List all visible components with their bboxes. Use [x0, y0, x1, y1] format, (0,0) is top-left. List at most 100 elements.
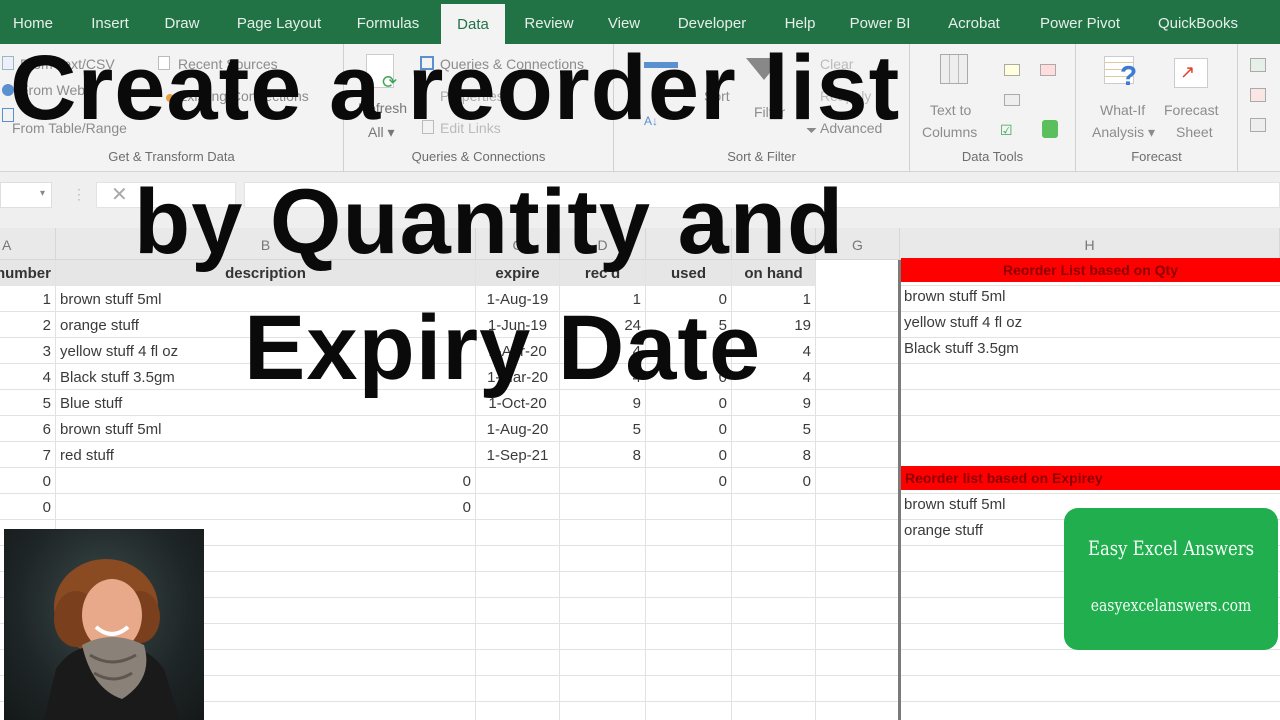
empty-cell[interactable]	[560, 650, 646, 676]
text-to-columns-button-line2[interactable]: Columns	[922, 124, 977, 140]
group-rows-icon[interactable]	[1250, 58, 1266, 72]
cell-expire[interactable]: 1-Sep-21	[476, 442, 560, 468]
cell-g[interactable]	[816, 312, 900, 338]
tab-quickbooks[interactable]: QuickBooks	[1146, 0, 1250, 44]
brand-url[interactable]: easyexcelanswers.com	[1083, 596, 1258, 616]
empty-cell[interactable]	[646, 546, 732, 572]
empty-cell[interactable]	[560, 624, 646, 650]
cell-description[interactable]: 0	[56, 468, 476, 494]
empty-cell[interactable]	[816, 624, 900, 650]
cell-g[interactable]	[816, 338, 900, 364]
empty-cell[interactable]	[646, 598, 732, 624]
empty-cell[interactable]	[646, 702, 732, 720]
cell-on-hand[interactable]	[732, 494, 816, 520]
cell-used[interactable]: 0	[646, 442, 732, 468]
cell-on-hand[interactable]: 8	[732, 442, 816, 468]
empty-cell[interactable]	[646, 624, 732, 650]
cell-description[interactable]: red stuff	[56, 442, 476, 468]
reorder-qty-item[interactable]: yellow stuff 4 fl oz	[901, 310, 1022, 336]
cell-used[interactable]	[646, 494, 732, 520]
consolidate-icon[interactable]	[1040, 64, 1056, 76]
empty-cell[interactable]	[816, 546, 900, 572]
empty-cell[interactable]	[476, 650, 560, 676]
cell-number[interactable]: 2	[0, 312, 56, 338]
name-box[interactable]: ▾	[0, 182, 52, 208]
remove-duplicates-icon[interactable]	[1004, 94, 1020, 106]
column-header-a[interactable]: A	[0, 228, 56, 260]
cell-g[interactable]	[816, 468, 900, 494]
cell-number[interactable]: 4	[0, 364, 56, 390]
tab-acrobat[interactable]: Acrobat	[936, 0, 1012, 44]
empty-cell[interactable]	[732, 546, 816, 572]
reorder-expiry-item[interactable]: brown stuff 5ml	[901, 492, 1005, 518]
empty-cell[interactable]	[732, 520, 816, 546]
empty-cell[interactable]	[476, 676, 560, 702]
empty-cell[interactable]	[560, 572, 646, 598]
empty-cell[interactable]	[476, 546, 560, 572]
cell-g[interactable]	[816, 442, 900, 468]
empty-cell[interactable]	[560, 598, 646, 624]
chevron-down-icon[interactable]: ▾	[40, 188, 45, 199]
forecast-sheet-button-line2[interactable]: Sheet	[1176, 124, 1213, 140]
empty-cell[interactable]	[816, 598, 900, 624]
reorder-qty-item[interactable]: brown stuff 5ml	[901, 284, 1005, 310]
column-header-h[interactable]: H	[900, 228, 1280, 260]
forecast-sheet-button-line1[interactable]: Forecast	[1164, 102, 1218, 118]
cell-number[interactable]: 5	[0, 390, 56, 416]
empty-cell[interactable]	[476, 624, 560, 650]
empty-cell[interactable]	[732, 572, 816, 598]
cell-used[interactable]: 0	[646, 416, 732, 442]
what-if-analysis-button-line2[interactable]: Analysis ▾	[1092, 124, 1155, 141]
cell-expire[interactable]: 1-Aug-20	[476, 416, 560, 442]
empty-cell[interactable]	[646, 650, 732, 676]
manage-data-model-icon[interactable]	[1042, 120, 1058, 138]
cell-used[interactable]: 0	[646, 468, 732, 494]
empty-cell[interactable]	[732, 624, 816, 650]
empty-cell[interactable]	[732, 598, 816, 624]
text-to-columns-button-line1[interactable]: Text to	[930, 102, 971, 118]
empty-cell[interactable]	[560, 520, 646, 546]
cell-expire[interactable]	[476, 468, 560, 494]
empty-cell[interactable]	[646, 572, 732, 598]
cell-g[interactable]	[816, 494, 900, 520]
cell-recd[interactable]: 5	[560, 416, 646, 442]
what-if-analysis-button-line1[interactable]: What-If	[1100, 102, 1145, 118]
cell-description[interactable]: 0	[56, 494, 476, 520]
empty-cell[interactable]	[732, 702, 816, 720]
empty-cell[interactable]	[646, 676, 732, 702]
cell-description[interactable]: brown stuff 5ml	[56, 416, 476, 442]
reorder-expiry-item[interactable]: orange stuff	[901, 518, 983, 544]
ungroup-rows-icon[interactable]	[1250, 88, 1266, 102]
empty-cell[interactable]	[560, 546, 646, 572]
cell-recd[interactable]: 8	[560, 442, 646, 468]
empty-cell[interactable]	[560, 676, 646, 702]
empty-cell[interactable]	[646, 520, 732, 546]
cell-expire[interactable]	[476, 494, 560, 520]
empty-cell[interactable]	[476, 598, 560, 624]
reorder-qty-header[interactable]: Reorder List based on Qty	[901, 258, 1280, 282]
cell-g[interactable]	[816, 390, 900, 416]
cell-on-hand[interactable]: 0	[732, 468, 816, 494]
formula-bar-grip-icon[interactable]: ⋮	[72, 186, 86, 203]
reorder-qty-item[interactable]: Black stuff 3.5gm	[901, 336, 1019, 362]
cell-recd[interactable]	[560, 468, 646, 494]
cell-g[interactable]	[816, 416, 900, 442]
subtotal-icon[interactable]	[1250, 118, 1266, 132]
empty-cell[interactable]	[732, 650, 816, 676]
cell-recd[interactable]	[560, 494, 646, 520]
empty-cell[interactable]	[476, 520, 560, 546]
data-validation-icon[interactable]: ☑	[1000, 122, 1013, 139]
cell-number[interactable]: 7	[0, 442, 56, 468]
empty-cell[interactable]	[816, 572, 900, 598]
cell-number[interactable]: 0	[0, 468, 56, 494]
tab-power-pivot[interactable]: Power Pivot	[1030, 0, 1130, 44]
empty-cell[interactable]	[816, 520, 900, 546]
cell-number[interactable]: 3	[0, 338, 56, 364]
flash-fill-icon[interactable]	[1004, 64, 1020, 76]
empty-cell[interactable]	[732, 676, 816, 702]
cell-number[interactable]: 0	[0, 494, 56, 520]
cell-g[interactable]	[816, 286, 900, 312]
empty-cell[interactable]	[816, 676, 900, 702]
empty-cell[interactable]	[816, 702, 900, 720]
empty-cell[interactable]	[476, 572, 560, 598]
